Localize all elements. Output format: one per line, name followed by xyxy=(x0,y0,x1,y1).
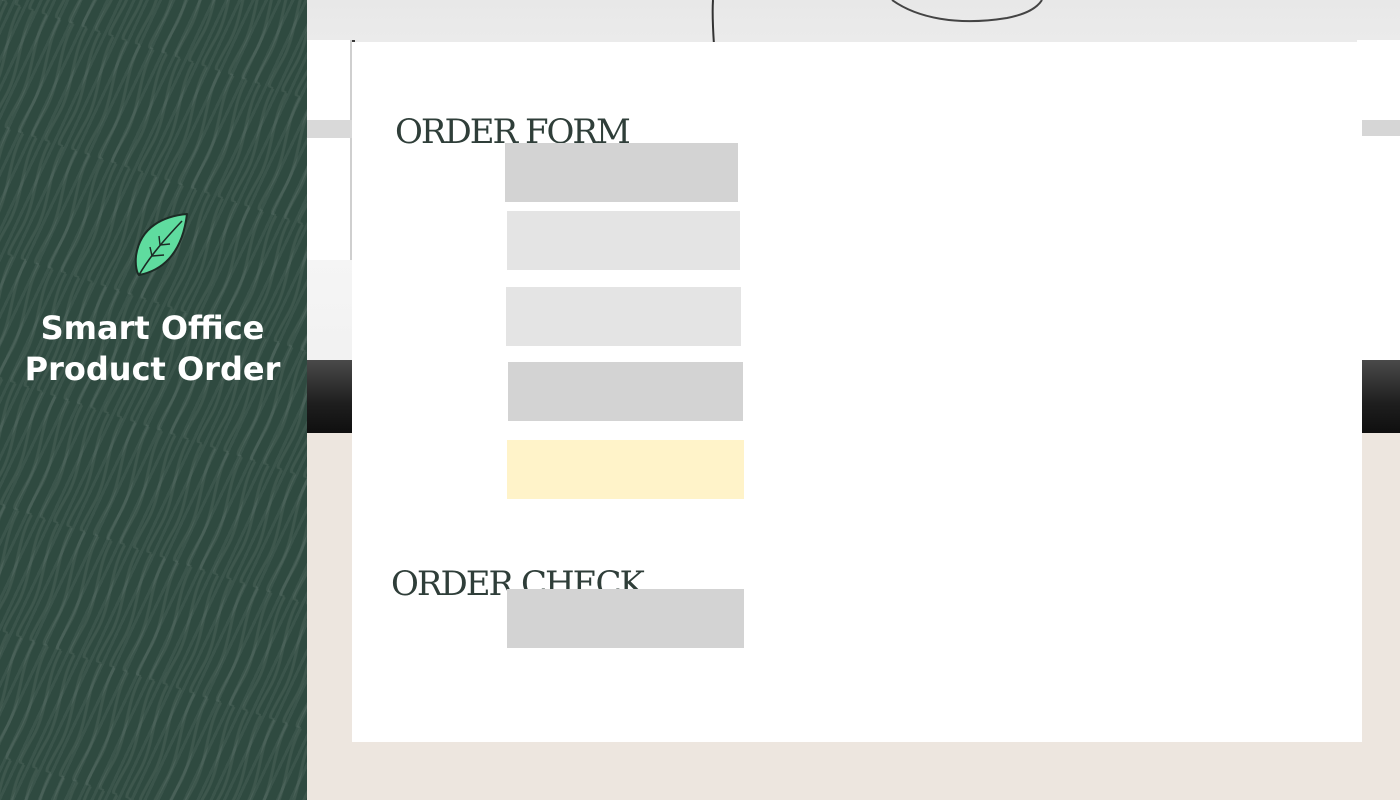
hero-window-left xyxy=(307,40,355,260)
brand-title: Smart Office Product Order xyxy=(0,308,305,390)
order-field-4[interactable] xyxy=(508,362,743,421)
sidebar: Smart Office Product Order xyxy=(0,0,307,800)
wave-pattern xyxy=(0,0,307,800)
brand-line-1: Smart Office xyxy=(40,309,265,347)
order-field-2[interactable] xyxy=(507,211,740,270)
order-field-1[interactable] xyxy=(505,143,738,202)
brand-line-2: Product Order xyxy=(24,350,281,388)
order-submit-button[interactable] xyxy=(507,440,744,499)
hero-window-right xyxy=(1357,40,1400,365)
order-check-button[interactable] xyxy=(507,589,744,648)
order-panel: ORDER FORM ORDER CHECK xyxy=(352,42,1362,742)
leaf-icon xyxy=(134,213,188,276)
order-field-3[interactable] xyxy=(506,287,741,346)
